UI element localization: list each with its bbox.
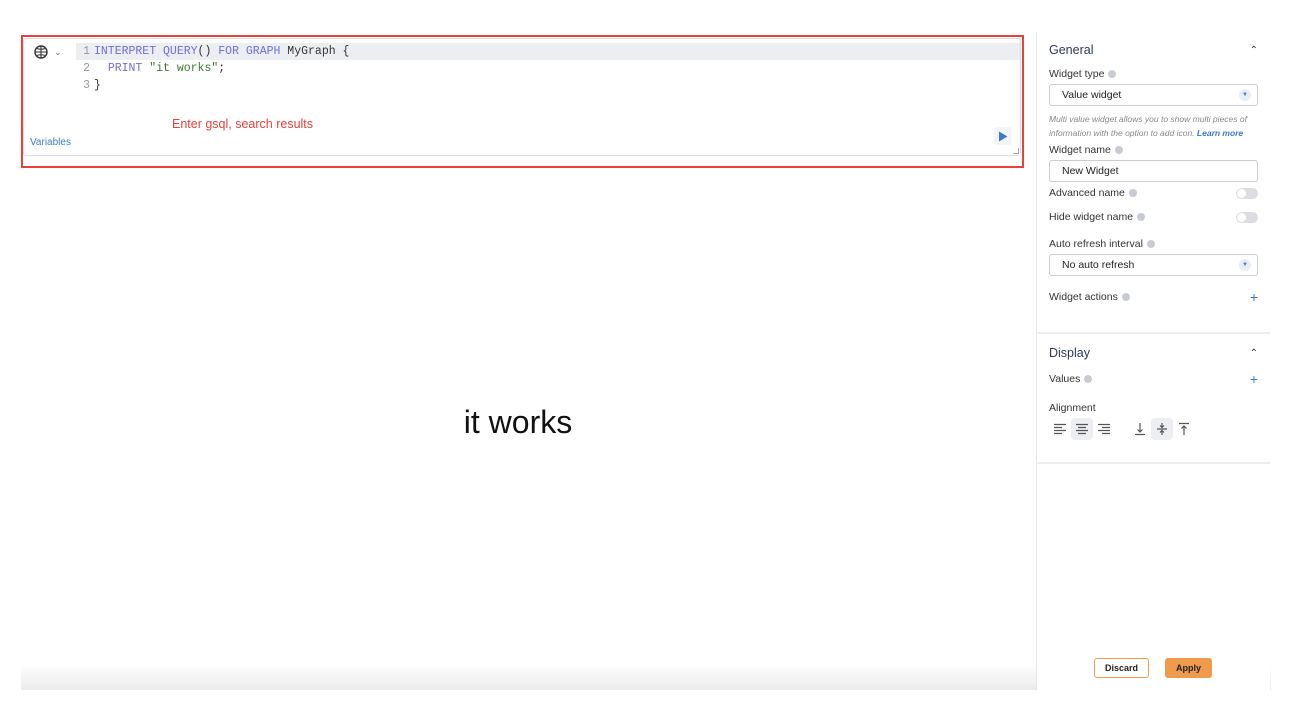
annotation-label: Enter gsql, search results	[172, 117, 314, 131]
widget-type-hint: Multi value widget allows you to show mu…	[1049, 112, 1258, 140]
align-center-icon	[1076, 423, 1088, 435]
auto-refresh-value: No auto refresh	[1062, 259, 1135, 271]
advanced-name-toggle[interactable]	[1236, 187, 1258, 199]
widget-type-value: Value widget	[1062, 89, 1122, 101]
section-title-display: Display	[1049, 346, 1090, 360]
widget-name-input[interactable]: New Widget	[1049, 160, 1258, 182]
widget-output-value: it works	[463, 404, 573, 440]
play-icon	[999, 131, 1008, 141]
settings-panel: General ⌃ Widget type Value widget ▼ Mul…	[1036, 32, 1270, 690]
dropdown-arrow-icon: ▼	[1239, 259, 1251, 271]
alignment-controls	[1049, 418, 1258, 440]
resize-handle[interactable]	[1013, 148, 1019, 154]
line-number: 3	[83, 79, 90, 92]
advanced-name-label: Advanced name	[1049, 187, 1125, 199]
code-line[interactable]: 2 PRINT "it works";	[76, 60, 1020, 77]
code-area[interactable]: 1 INTERPRET QUERY() FOR GRAPH MyGraph { 2 …	[76, 43, 1020, 94]
globe-icon	[34, 45, 48, 59]
code-string: "it works"	[149, 62, 219, 75]
help-icon[interactable]	[1084, 375, 1093, 383]
align-middle-button[interactable]	[1151, 418, 1173, 440]
widget-type-select[interactable]: Value widget ▼	[1049, 84, 1258, 106]
code-text: ()	[197, 45, 219, 58]
code-text: MyGraph {	[280, 45, 350, 58]
align-bottom-icon	[1135, 423, 1145, 436]
variables-link[interactable]: Variables	[30, 137, 71, 148]
code-text: }	[94, 79, 101, 92]
panel-footer: Discard Apply	[1036, 658, 1270, 678]
display-section: Display ⌃ Values + Alignment	[1037, 334, 1270, 440]
line-number: 1	[83, 45, 90, 58]
code-line[interactable]: 1 INTERPRET QUERY() FOR GRAPH MyGraph {	[76, 43, 1020, 60]
add-value-button[interactable]: +	[1250, 372, 1258, 386]
align-center-button[interactable]	[1071, 418, 1093, 440]
align-left-button[interactable]	[1049, 418, 1071, 440]
align-top-button[interactable]	[1173, 418, 1195, 440]
code-keyword: INTERPRET	[94, 45, 157, 58]
code-text: ;	[218, 62, 226, 75]
apply-button[interactable]: Apply	[1165, 658, 1213, 678]
general-section: General ⌃ Widget type Value widget ▼ Mul…	[1037, 32, 1270, 304]
align-left-icon	[1054, 423, 1066, 435]
align-right-icon	[1098, 423, 1110, 435]
code-keyword: GRAPH	[245, 45, 281, 58]
widget-name-label: Widget name	[1049, 144, 1111, 156]
widget-type-label: Widget type	[1049, 68, 1105, 80]
help-icon[interactable]	[1137, 213, 1146, 221]
collapse-display-icon[interactable]: ⌃	[1250, 348, 1258, 359]
help-icon[interactable]	[1128, 189, 1137, 197]
widget-actions-label: Widget actions	[1049, 291, 1118, 303]
hide-widget-name-toggle[interactable]	[1236, 211, 1258, 223]
code-keyword: FOR	[218, 45, 239, 58]
widget-name-value: New Widget	[1062, 165, 1119, 177]
section-divider	[1037, 462, 1270, 464]
gsql-editor[interactable]: ⌄ 1 INTERPRET QUERY() FOR GRAPH MyGraph {…	[23, 38, 1021, 156]
help-icon[interactable]	[1146, 240, 1155, 248]
code-keyword: QUERY	[163, 45, 198, 58]
code-keyword: PRINT	[107, 62, 143, 75]
align-middle-icon	[1157, 423, 1167, 435]
run-query-button[interactable]	[994, 127, 1012, 145]
values-label: Values	[1049, 373, 1081, 385]
learn-more-link[interactable]: Learn more	[1197, 128, 1243, 138]
collapse-general-icon[interactable]: ⌃	[1250, 45, 1258, 56]
align-bottom-button[interactable]	[1129, 418, 1151, 440]
discard-button[interactable]: Discard	[1093, 658, 1149, 678]
help-icon[interactable]	[1121, 293, 1130, 301]
auto-refresh-select[interactable]: No auto refresh ▼	[1049, 254, 1258, 276]
section-title-general: General	[1049, 43, 1094, 57]
dropdown-arrow-icon: ▼	[1239, 89, 1251, 101]
chevron-down-icon: ⌄	[54, 46, 62, 57]
code-line[interactable]: 3}	[76, 77, 1020, 94]
align-top-icon	[1179, 422, 1189, 435]
add-widget-action-button[interactable]: +	[1250, 290, 1258, 304]
help-icon[interactable]	[1114, 146, 1123, 154]
help-icon[interactable]	[1108, 70, 1117, 78]
graph-selector[interactable]: ⌄	[34, 45, 62, 59]
line-number: 2	[83, 62, 90, 75]
hide-widget-name-label: Hide widget name	[1049, 211, 1134, 223]
align-right-button[interactable]	[1093, 418, 1115, 440]
widget-editor: ⌄ 1 INTERPRET QUERY() FOR GRAPH MyGraph {…	[0, 0, 1302, 712]
auto-refresh-label: Auto refresh interval	[1049, 238, 1143, 250]
alignment-label: Alignment	[1049, 402, 1096, 414]
